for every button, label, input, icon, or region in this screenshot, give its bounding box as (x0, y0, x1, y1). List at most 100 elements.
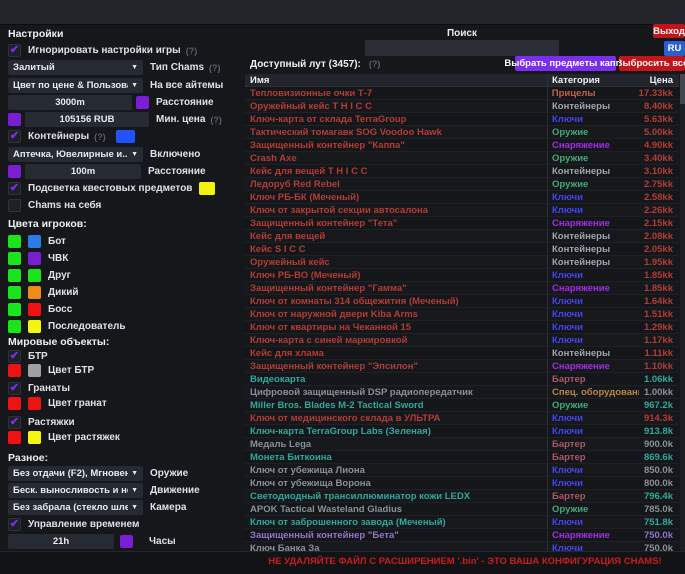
checkbox-containers[interactable]: ✔ Контейнеры (?) (8, 130, 242, 143)
weapon-dropdown[interactable]: Без отдачи (F2), Мгновенное п ▼ (8, 466, 143, 481)
color-swatch[interactable] (28, 364, 41, 377)
checkbox[interactable]: ✔ (8, 44, 21, 57)
column-header-category[interactable]: Категория (547, 74, 639, 86)
color-swatch[interactable] (28, 286, 41, 299)
hours-input[interactable]: 21h (8, 534, 114, 549)
distance-input[interactable]: 3000m (8, 95, 132, 110)
table-row[interactable]: Монета БиткоинаБартер869.6k (245, 451, 679, 464)
table-row[interactable]: Защищенный контейнер "Тета"Снаряжение2.1… (245, 217, 679, 230)
color-swatch[interactable] (8, 165, 21, 178)
color-swatch[interactable] (28, 269, 41, 282)
table-row[interactable]: Защищенный контейнер "Эпсилон"Снаряжение… (245, 360, 679, 373)
table-row[interactable]: Оружейный кейсКонтейнеры1.95kk (245, 256, 679, 269)
checkbox[interactable]: ✔ (8, 350, 21, 363)
checkbox-tripwires[interactable]: ✔ Растяжки (8, 416, 242, 429)
table-row[interactable]: Ключ РБ-БК (Меченый)Ключи2.58kk (245, 191, 679, 204)
checkbox[interactable]: ✔ (8, 130, 21, 143)
table-row[interactable]: Оружейный кейс T H I C CКонтейнеры8.40kk (245, 100, 679, 113)
containers-distance-input[interactable]: 100m (25, 164, 141, 179)
item-price-cell: 914.3k (639, 413, 679, 424)
table-row[interactable]: Ключ от медицинского склада в УЛЬТРАКлюч… (245, 412, 679, 425)
column-header-name[interactable]: Имя (245, 75, 547, 86)
checkbox[interactable]: ✔ (8, 182, 21, 195)
column-header-price[interactable]: Цена (639, 75, 679, 86)
table-row[interactable]: Ключ-карта от склада TerraGroupКлючи5.63… (245, 113, 679, 126)
color-swatch[interactable] (120, 535, 133, 548)
table-row[interactable]: Crash AxeОружие3.40kk (245, 152, 679, 165)
table-row[interactable]: Ключ от наружной двери Kiba ArmsКлючи1.5… (245, 308, 679, 321)
table-row[interactable]: Ключ Банка ЗаКлючи750.0k (245, 542, 679, 551)
color-swatch[interactable] (199, 182, 215, 195)
drop-all-button[interactable]: Выбросить все (619, 56, 685, 71)
color-swatch[interactable] (28, 303, 41, 316)
checkbox[interactable]: ✔ (8, 382, 21, 395)
checkbox[interactable]: ✔ (8, 416, 21, 429)
checkbox-btr[interactable]: ✔ БТР (8, 350, 242, 363)
check-icon: ✔ (10, 45, 19, 56)
all-items-dropdown[interactable]: Цвет по цене & Пользователи ▼ (8, 78, 143, 93)
checkbox[interactable] (8, 199, 21, 212)
table-row[interactable]: Защищенный контейнер "Гамма"Снаряжение1.… (245, 282, 679, 295)
color-swatch[interactable] (8, 113, 21, 126)
table-row[interactable]: Ключ-карта с синей маркировкойКлючи1.17k… (245, 334, 679, 347)
color-swatch[interactable] (28, 431, 41, 444)
table-row[interactable]: Ключ от убежища ЛионаКлючи850.0k (245, 464, 679, 477)
min-price-row: 105156 RUB Мин. цена (?) (8, 112, 242, 127)
table-row[interactable]: Ключ от квартиры на Чеканной 15Ключи1.29… (245, 321, 679, 334)
select-kappa-items-button[interactable]: Выбрать предметы каппа (515, 56, 616, 71)
table-row[interactable]: Цифровой защищенный DSP радиопередатчикС… (245, 386, 679, 399)
table-row[interactable]: Ледоруб Red RebelОружие2.75kk (245, 178, 679, 191)
scrollbar[interactable] (680, 74, 685, 551)
scrollbar-thumb[interactable] (680, 74, 685, 104)
checkbox-time-control[interactable]: ✔ Управление временем (8, 518, 242, 531)
color-swatch[interactable] (8, 397, 21, 410)
color-swatch[interactable] (8, 431, 21, 444)
camera-dropdown[interactable]: Без забрала (стекло шлема) ▼ (8, 500, 143, 515)
table-row[interactable]: Кейс для хламаКонтейнеры1.11kk (245, 347, 679, 360)
table-row[interactable]: Тактический томагавк SOG Voodoo HawkОруж… (245, 126, 679, 139)
color-swatch[interactable] (28, 397, 41, 410)
color-swatch[interactable] (28, 235, 41, 248)
color-swatch[interactable] (8, 252, 21, 265)
table-row[interactable]: Ключ от закрытой секции автосалонаКлючи2… (245, 204, 679, 217)
table-row[interactable]: Защищенный контейнер "Бета"Снаряжение750… (245, 529, 679, 542)
table-row[interactable]: Защищенный контейнер "Каппа"Снаряжение4.… (245, 139, 679, 152)
table-row[interactable]: Ключ от комнаты 314 общежития (Меченый)К… (245, 295, 679, 308)
table-row[interactable]: Кейс для вещей T H I C CКонтейнеры3.10kk (245, 165, 679, 178)
color-swatch[interactable] (28, 320, 41, 333)
color-swatch[interactable] (8, 303, 21, 316)
table-row[interactable]: Ключ от заброшенного завода (Меченый)Клю… (245, 516, 679, 529)
checkbox-chams-self[interactable]: Chams на себя (8, 199, 242, 212)
table-row[interactable]: Ключ РБ-ВО (Меченый)Ключи1.85kk (245, 269, 679, 282)
table-row[interactable]: Miller Bros. Blades M-2 Tactical SwordОр… (245, 399, 679, 412)
checkbox-grenades[interactable]: ✔ Гранаты (8, 382, 242, 395)
checkbox-ignore-game-settings[interactable]: ✔ Игнорировать настройки игры (?) (8, 44, 242, 57)
color-swatch[interactable] (8, 235, 21, 248)
color-swatch[interactable] (28, 252, 41, 265)
containers-filter-dropdown[interactable]: Аптечка, Ювелирные и... ▼ (8, 147, 143, 162)
color-swatch[interactable] (8, 320, 21, 333)
color-swatch[interactable] (8, 269, 21, 282)
table-row[interactable]: Медаль LegaБартер900.0k (245, 438, 679, 451)
search-input[interactable] (365, 40, 559, 56)
table-row[interactable]: APOK Tactical Wasteland GladiusОружие785… (245, 503, 679, 516)
table-row[interactable]: ВидеокартаБартер1.06kk (245, 373, 679, 386)
color-swatch[interactable] (8, 286, 21, 299)
checkbox-quest-highlight[interactable]: ✔ Подсветка квестовых предметов (8, 182, 242, 195)
color-swatch[interactable] (8, 364, 21, 377)
table-row[interactable]: Светодиодный трансиллюминатор кожи LEDXБ… (245, 490, 679, 503)
color-swatch[interactable] (116, 130, 135, 143)
chams-type-dropdown[interactable]: Залитый ▼ (8, 60, 143, 75)
table-row[interactable]: Ключ от убежища ВоронаКлючи800.0k (245, 477, 679, 490)
checkbox[interactable]: ✔ (8, 518, 21, 531)
table-row[interactable]: Тепловизионные очки Т-7Прицелы17.33kk (245, 87, 679, 100)
table-row[interactable]: Кейс S I C CКонтейнеры2.05kk (245, 243, 679, 256)
color-swatch[interactable] (136, 96, 149, 109)
item-name-cell: Защищенный контейнер "Эпсилон" (245, 361, 547, 372)
language-button[interactable]: RU (664, 41, 685, 56)
min-price-input[interactable]: 105156 RUB (25, 112, 149, 127)
table-row[interactable]: Кейс для вещейКонтейнеры2.08kk (245, 230, 679, 243)
exit-button[interactable]: Выход (653, 24, 685, 38)
movement-dropdown[interactable]: Беск. выносливость и нет уста ▼ (8, 483, 143, 498)
table-row[interactable]: Ключ-карта TerraGroup Labs (Зеленая)Ключ… (245, 425, 679, 438)
